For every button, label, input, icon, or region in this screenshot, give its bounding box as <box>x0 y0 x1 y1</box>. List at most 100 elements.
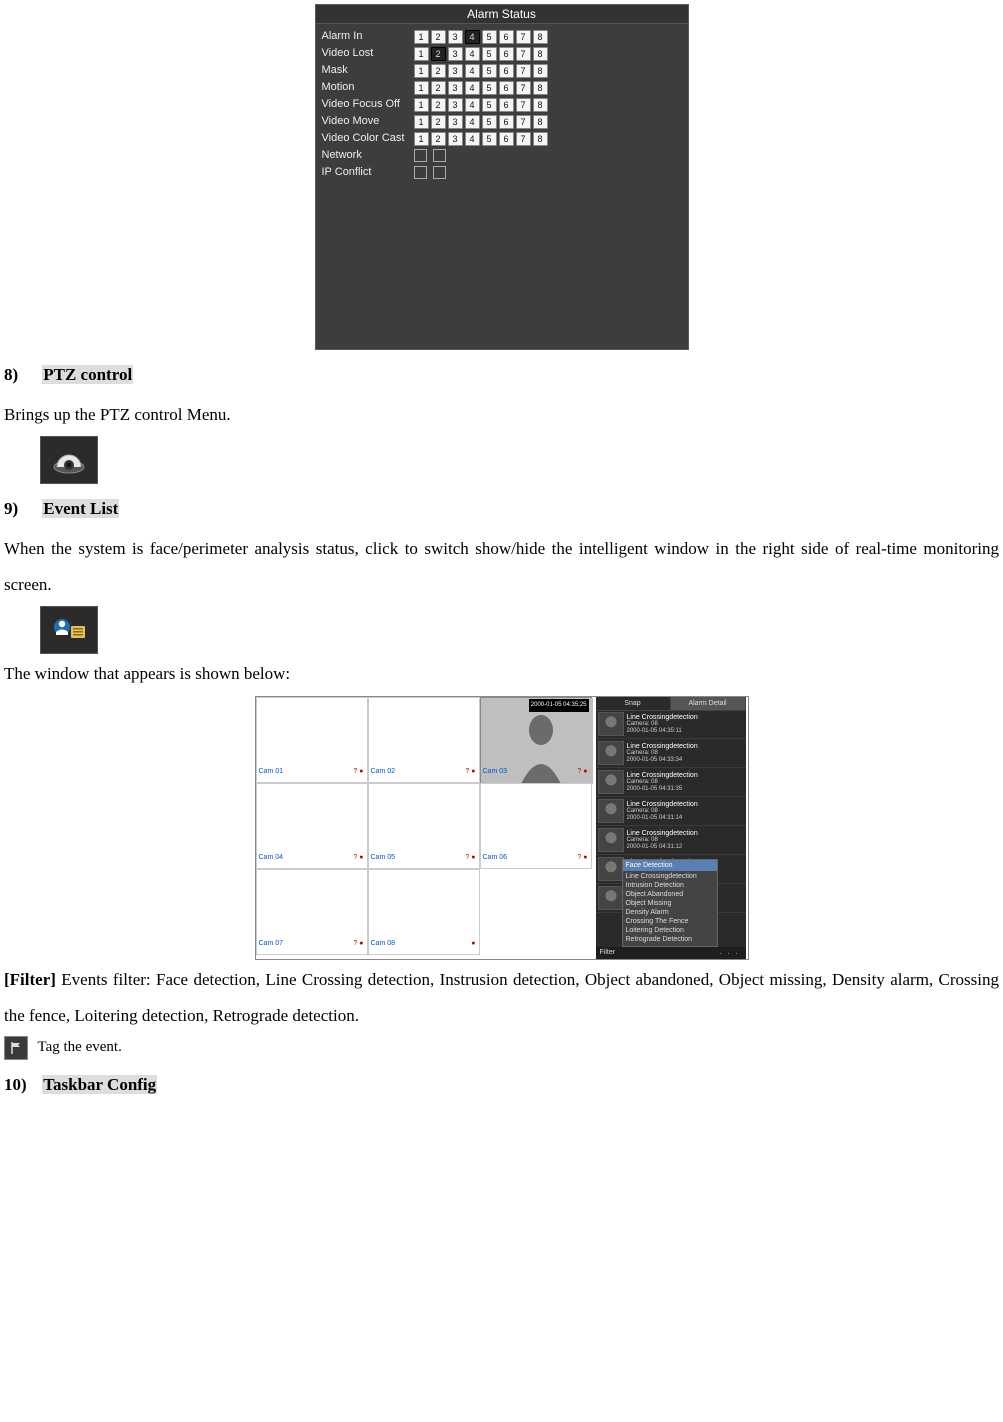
alarm-channel-cell[interactable]: 1 <box>414 64 429 78</box>
alarm-checkbox[interactable] <box>433 149 446 162</box>
alarm-channel-cell[interactable]: 2 <box>431 81 446 95</box>
camera-cell[interactable]: Cam 06 ? ● <box>480 783 592 869</box>
alarm-channel-cell[interactable]: 8 <box>533 64 548 78</box>
camera-status-icon: ? ● <box>353 937 363 952</box>
alarm-channel-cell[interactable]: 6 <box>499 64 514 78</box>
alarm-channel-cell[interactable]: 5 <box>482 98 497 112</box>
camera-label: Cam 06 <box>483 851 508 866</box>
alarm-channel-cell[interactable]: 7 <box>516 30 531 44</box>
event-list-item[interactable]: Line CrossingdetectionCamera: 082000-01-… <box>596 797 746 826</box>
alarm-channel-cell[interactable]: 5 <box>482 30 497 44</box>
event-list-item[interactable]: Line CrossingdetectionCamera: 082000-01-… <box>596 768 746 797</box>
camera-cell[interactable]: Cam 02? ● <box>368 697 480 783</box>
tab-snap[interactable]: Snap <box>596 697 671 710</box>
alarm-channel-cell[interactable]: 2 <box>431 132 446 146</box>
alarm-channel-cell[interactable]: 6 <box>499 98 514 112</box>
alarm-channel-cell[interactable]: 8 <box>533 47 548 61</box>
flag-icon[interactable] <box>4 1036 28 1060</box>
alarm-channel-cell[interactable]: 4 <box>465 81 480 95</box>
alarm-checkbox[interactable] <box>433 166 446 179</box>
alarm-channel-cell[interactable]: 1 <box>414 115 429 129</box>
alarm-channel-cell[interactable]: 7 <box>516 132 531 146</box>
alarm-channel-cell[interactable]: 6 <box>499 81 514 95</box>
filter-option[interactable]: Object Missing <box>626 899 714 908</box>
alarm-channel-cell[interactable]: 4 <box>465 98 480 112</box>
filter-option[interactable]: Retrograde Detection <box>626 935 714 944</box>
alarm-channel-cell[interactable]: 6 <box>499 30 514 44</box>
alarm-channel-cell[interactable]: 8 <box>533 132 548 146</box>
filter-option[interactable]: Object Abandoned <box>626 890 714 899</box>
alarm-channel-cell[interactable]: 4 <box>465 64 480 78</box>
alarm-checkbox[interactable] <box>414 166 427 179</box>
alarm-channel-cell[interactable]: 8 <box>533 98 548 112</box>
filter-paragraph: [Filter] Events filter: Face detection, … <box>4 962 999 1033</box>
alarm-channel-cell[interactable]: 3 <box>448 30 463 44</box>
event-thumbnail <box>598 799 624 823</box>
alarm-channel-cell[interactable]: 6 <box>499 132 514 146</box>
camera-cell[interactable]: Cam 05? ● <box>368 783 480 869</box>
event-list-item[interactable]: Line CrossingdetectionCamera: 082000-01-… <box>596 710 746 739</box>
alarm-channel-cell[interactable]: 1 <box>414 132 429 146</box>
camera-cell[interactable]: Cam 07? ● <box>256 869 368 955</box>
camera-cell[interactable]: Cam 08 ● <box>368 869 480 955</box>
alarm-channel-cell[interactable]: 1 <box>414 81 429 95</box>
alarm-channel-cell[interactable]: 6 <box>499 115 514 129</box>
tab-alarm-detail[interactable]: Alarm Detail <box>671 697 746 710</box>
alarm-channel-cell[interactable]: 3 <box>448 47 463 61</box>
alarm-channel-cell[interactable]: 7 <box>516 47 531 61</box>
alarm-channel-cell[interactable]: 4 <box>465 30 480 44</box>
alarm-channel-cell[interactable]: 7 <box>516 115 531 129</box>
camera-status-icon: ? ● <box>577 851 587 866</box>
event-list-item[interactable]: Line CrossingdetectionCamera: 082000-01-… <box>596 739 746 768</box>
alarm-channel-cell[interactable]: 5 <box>482 81 497 95</box>
alarm-channel-cell[interactable]: 3 <box>448 98 463 112</box>
alarm-channel-cell[interactable]: 1 <box>414 98 429 112</box>
camera-cell[interactable]: Cam 01? ● <box>256 697 368 783</box>
alarm-channel-cell[interactable]: 5 <box>482 64 497 78</box>
alarm-channel-cell[interactable]: 4 <box>465 115 480 129</box>
filter-option[interactable]: Loitering Detection <box>626 926 714 935</box>
alarm-channel-cell[interactable]: 7 <box>516 64 531 78</box>
alarm-channel-cell[interactable]: 3 <box>448 115 463 129</box>
alarm-channel-cell[interactable]: 7 <box>516 81 531 95</box>
alarm-channel-cell[interactable]: 3 <box>448 132 463 146</box>
filter-option[interactable]: Line Crossingdetection <box>626 872 714 881</box>
alarm-channel-cell[interactable]: 1 <box>414 30 429 44</box>
camera-label: Cam 01 <box>259 765 284 780</box>
alarm-channel-cell[interactable]: 2 <box>431 64 446 78</box>
alarm-channel-cell[interactable]: 6 <box>499 47 514 61</box>
alarm-channel-cell[interactable]: 5 <box>482 115 497 129</box>
event-item-text: Line CrossingdetectionCamera: 082000-01-… <box>627 801 698 822</box>
alarm-channel-cell[interactable]: 4 <box>465 47 480 61</box>
alarm-channel-cell[interactable]: 7 <box>516 98 531 112</box>
camera-status-icon: ● <box>471 937 475 952</box>
alarm-channel-cell[interactable]: 2 <box>431 115 446 129</box>
alarm-channel-cell[interactable]: 5 <box>482 132 497 146</box>
alarm-channel-cell[interactable]: 2 <box>431 47 446 61</box>
alarm-channel-cell[interactable]: 4 <box>465 132 480 146</box>
alarm-channel-cell[interactable]: 5 <box>482 47 497 61</box>
alarm-channel-cell[interactable]: 2 <box>431 98 446 112</box>
filter-option[interactable]: Crossing The Fence <box>626 917 714 926</box>
filter-option[interactable]: Density Alarm <box>626 908 714 917</box>
camera-label: Cam 08 <box>371 937 396 952</box>
filter-option[interactable]: Face Detection <box>623 860 717 871</box>
alarm-channel-cell[interactable]: 3 <box>448 64 463 78</box>
alarm-checkbox[interactable] <box>414 149 427 162</box>
camera-cell[interactable]: Cam 03? ●2000-01-05 04:35:25 <box>480 697 592 783</box>
alarm-channel-cell[interactable]: 8 <box>533 115 548 129</box>
filter-popup[interactable]: Face DetectionLine CrossingdetectionIntr… <box>622 859 718 947</box>
camera-cell[interactable]: Cam 04? ● <box>256 783 368 869</box>
event-list-icon[interactable] <box>40 606 98 654</box>
alarm-channel-cell[interactable]: 8 <box>533 30 548 44</box>
alarm-channel-cell[interactable]: 1 <box>414 47 429 61</box>
filter-option[interactable]: Intrusion Detection <box>626 881 714 890</box>
alarm-channel-cell[interactable]: 3 <box>448 81 463 95</box>
filter-bar[interactable]: Filter . . . <box>596 947 746 959</box>
camera-status-icon: ? ● <box>353 851 363 866</box>
alarm-channel-cell[interactable]: 2 <box>431 30 446 44</box>
ptz-control-icon[interactable] <box>40 436 98 484</box>
event-list-item[interactable]: Line CrossingdetectionCamera: 082000-01-… <box>596 826 746 855</box>
camera-grid: Cam 01? ●Cam 02? ●Cam 03? ●2000-01-05 04… <box>256 697 596 959</box>
alarm-channel-cell[interactable]: 8 <box>533 81 548 95</box>
